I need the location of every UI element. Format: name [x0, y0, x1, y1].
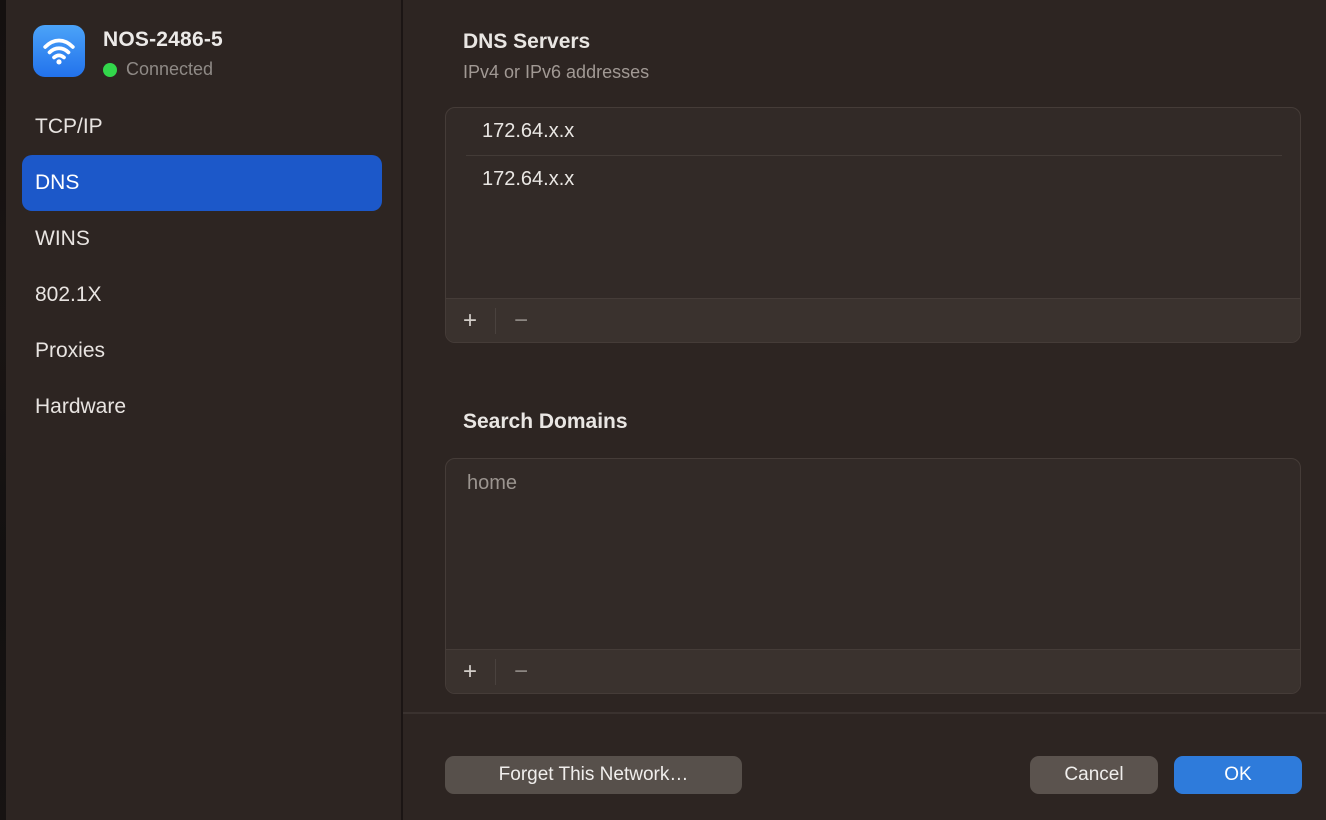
sidebar-nav: TCP/IP DNS WINS 802.1X Proxies Hardware	[6, 99, 401, 435]
search-domains-title: Search Domains	[463, 410, 628, 434]
add-search-domain-button[interactable]: +	[459, 660, 481, 684]
sidebar-item-hardware[interactable]: Hardware	[6, 379, 401, 435]
wifi-icon	[33, 25, 85, 77]
search-domains-controls: + −	[446, 649, 1300, 693]
sidebar: NOS-2486-5 Connected TCP/IP DNS WINS 802…	[6, 0, 401, 820]
dns-servers-title: DNS Servers	[463, 30, 590, 54]
network-header: NOS-2486-5 Connected	[33, 25, 223, 80]
network-name: NOS-2486-5	[103, 28, 223, 52]
controls-divider	[495, 308, 496, 334]
dns-server-row[interactable]: 172.64.x.x	[446, 108, 1300, 155]
search-domain-row[interactable]: home	[446, 459, 1300, 507]
sidebar-item-proxies[interactable]: Proxies	[6, 323, 401, 379]
connected-status-label: Connected	[126, 59, 213, 80]
cancel-button[interactable]: Cancel	[1030, 756, 1158, 794]
dns-servers-subtitle: IPv4 or IPv6 addresses	[463, 62, 649, 83]
remove-dns-server-button[interactable]: −	[510, 309, 532, 333]
network-status: Connected	[103, 59, 223, 80]
dns-list-controls: + −	[446, 298, 1300, 342]
forget-this-network-button[interactable]: Forget This Network…	[445, 756, 742, 794]
network-details-sheet: NOS-2486-5 Connected TCP/IP DNS WINS 802…	[0, 0, 1326, 820]
remove-search-domain-button[interactable]: −	[510, 660, 532, 684]
sidebar-item-dns[interactable]: DNS	[22, 155, 382, 211]
main-panel: DNS Servers IPv4 or IPv6 addresses 172.6…	[403, 0, 1326, 820]
sidebar-item-wins[interactable]: WINS	[6, 211, 401, 267]
add-dns-server-button[interactable]: +	[459, 309, 481, 333]
sidebar-item-tcpip[interactable]: TCP/IP	[6, 99, 401, 155]
search-domains-list: home + −	[445, 458, 1301, 694]
network-meta: NOS-2486-5 Connected	[103, 25, 223, 80]
footer-separator	[403, 712, 1326, 714]
sidebar-item-8021x[interactable]: 802.1X	[6, 267, 401, 323]
controls-divider	[495, 659, 496, 685]
ok-button[interactable]: OK	[1174, 756, 1302, 794]
connected-status-dot	[103, 63, 117, 77]
dns-servers-list: 172.64.x.x 172.64.x.x + −	[445, 107, 1301, 343]
dns-server-row[interactable]: 172.64.x.x	[446, 156, 1300, 203]
